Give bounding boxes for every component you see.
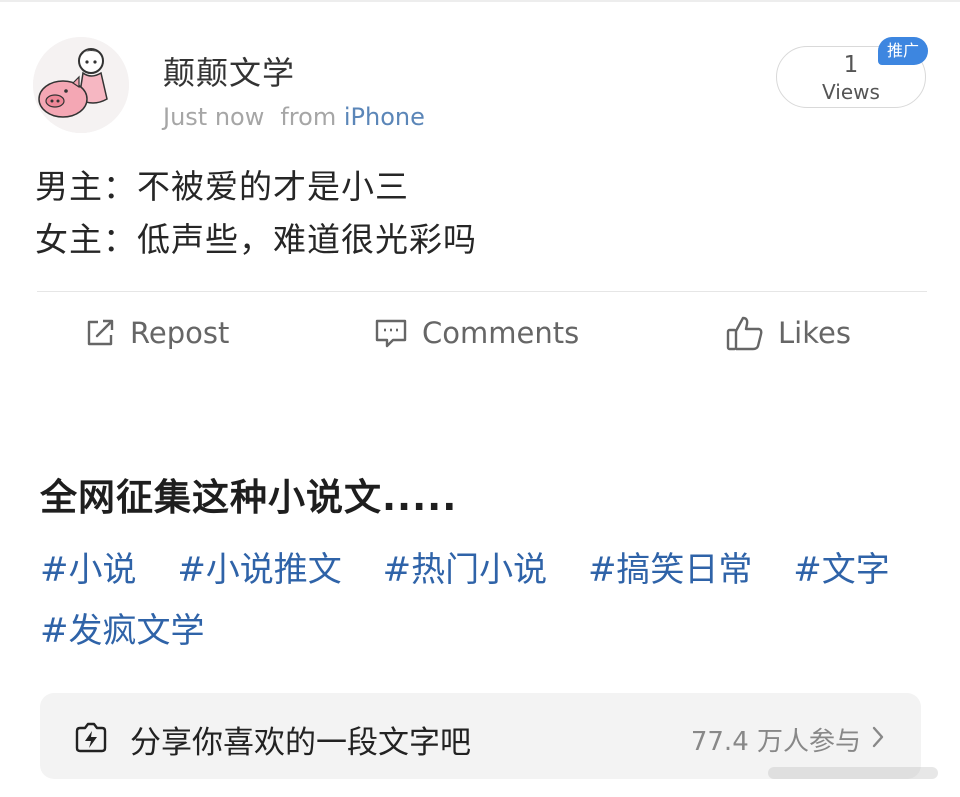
hashtag-link[interactable]: #热门小说 <box>383 550 548 590</box>
hashtag-link[interactable]: #小说 <box>40 550 137 590</box>
lightning-tag-icon <box>75 722 107 753</box>
user-avatar[interactable] <box>33 37 129 133</box>
topic-title: 分享你喜欢的一段文字吧 <box>130 725 471 761</box>
post-time: Just now <box>163 103 265 131</box>
top-separator <box>0 0 960 2</box>
hashtag-link[interactable]: #搞笑日常 <box>588 550 753 590</box>
comments-button[interactable]: Comments <box>374 311 579 355</box>
chevron-right-icon <box>872 726 884 748</box>
hashtag-link[interactable]: #小说推文 <box>177 550 342 590</box>
watermark-logo <box>768 767 938 779</box>
avatar-illustration <box>33 37 129 133</box>
thumbs-up-icon <box>726 316 763 351</box>
edit-square-icon <box>87 319 114 346</box>
views-label: Views <box>822 80 880 104</box>
promo-badge: 推广 <box>878 37 928 65</box>
likes-label: Likes <box>778 316 851 350</box>
post-body: 男主：不被爱的才是小三 女主：低声些，难道很光彩吗 <box>35 160 477 266</box>
post-line-2: 女主：低声些，难道很光彩吗 <box>35 220 477 259</box>
user-name[interactable]: 颠颠文学 <box>163 48 295 94</box>
action-divider <box>37 291 927 292</box>
post-line-1: 男主：不被爱的才是小三 <box>35 167 409 206</box>
comment-bubble-icon <box>375 319 407 348</box>
post-meta: Just now from iPhone <box>163 103 425 131</box>
topic-participants: 77.4 万人参与 <box>690 727 861 757</box>
repost-button[interactable]: Repost <box>84 311 229 355</box>
hashtag-link[interactable]: #文字 <box>793 550 890 590</box>
comments-label: Comments <box>422 316 580 350</box>
likes-button[interactable]: Likes <box>726 311 851 355</box>
source-prefix: from <box>280 103 337 131</box>
feature-headline: 全网征集这种小说文..... <box>40 476 458 519</box>
repost-label: Repost <box>130 316 230 350</box>
hashtag-list: #小说 #小说推文 #热门小说 #搞笑日常 #文字 #发疯文学 <box>40 540 920 662</box>
source-device[interactable]: iPhone <box>344 103 425 131</box>
hashtag-link[interactable]: #发疯文学 <box>40 611 205 651</box>
